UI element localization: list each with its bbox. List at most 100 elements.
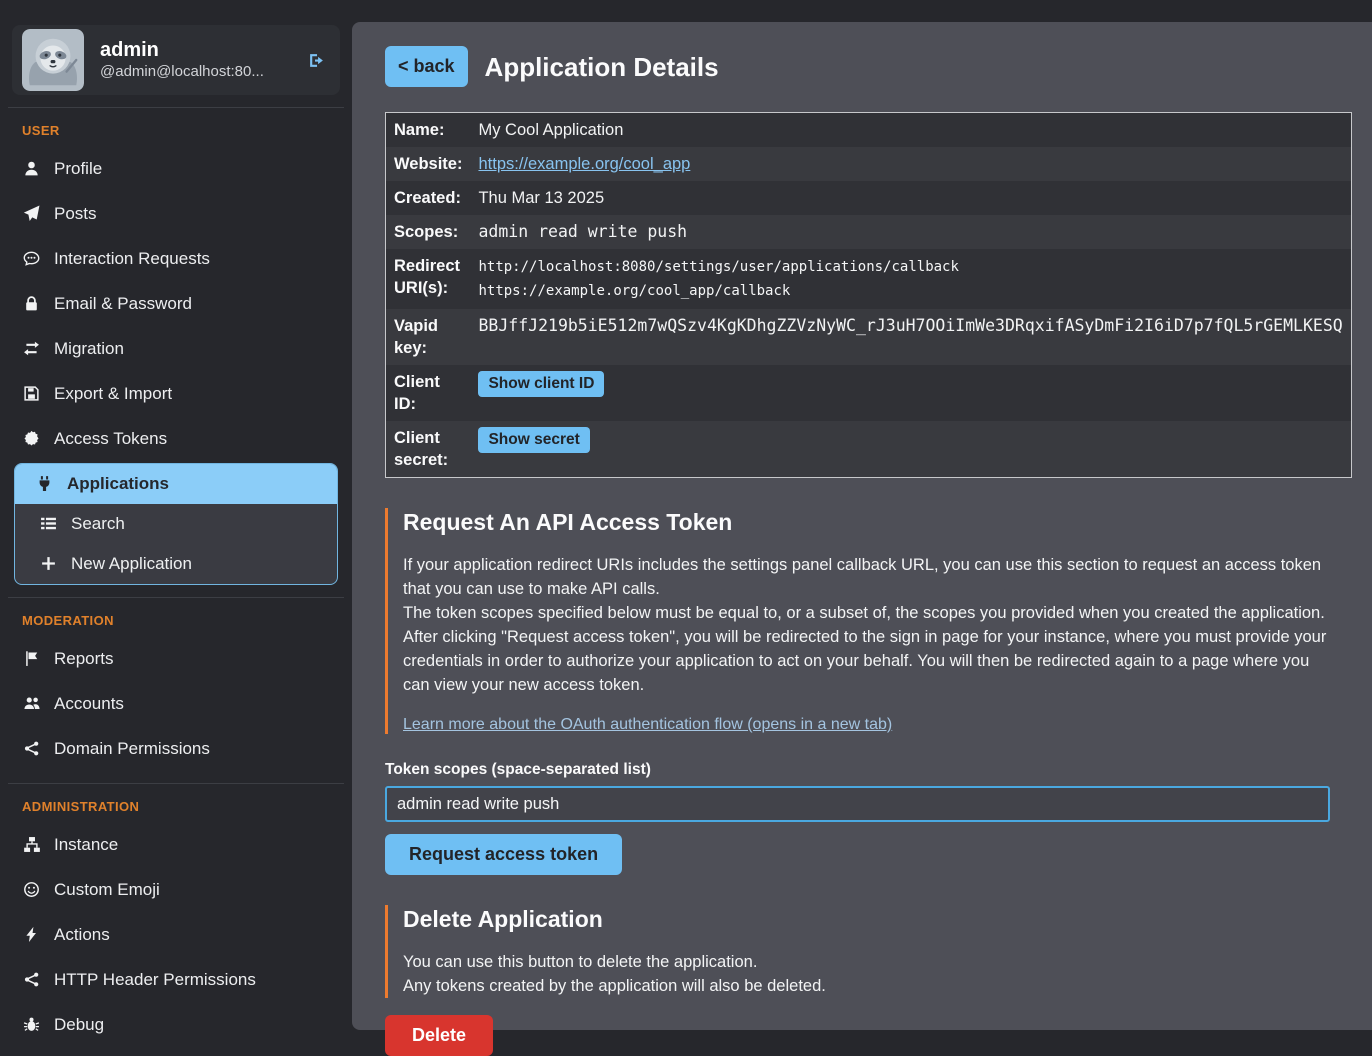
bug-icon [22, 1016, 41, 1033]
delete-button[interactable]: Delete [385, 1015, 493, 1056]
back-button[interactable]: < back [385, 46, 468, 87]
table-row-scopes: Scopes: admin read write push [386, 215, 1352, 249]
sidebar-item-accounts[interactable]: Accounts [0, 681, 352, 726]
bolt-icon [22, 926, 41, 943]
sidebar-item-email-password[interactable]: Email & Password [0, 281, 352, 326]
save-icon [22, 385, 41, 402]
comment-dots-icon [22, 250, 41, 267]
flag-icon [22, 650, 41, 667]
delete-application-section: Delete Application You can use this butt… [385, 905, 1330, 998]
sidebar-item-migration[interactable]: Migration [0, 326, 352, 371]
moderation-nav-list: Reports Accounts Domain Permissions [0, 636, 352, 771]
token-scopes-input[interactable] [385, 786, 1330, 822]
row-value: Thu Mar 13 2025 [470, 181, 1351, 215]
token-scopes-label: Token scopes (space-separated list) [385, 760, 1330, 779]
sidebar: admin @admin@localhost:80... USER Profil… [0, 0, 352, 1041]
sidebar-item-label: Instance [54, 834, 118, 855]
sidebar-item-http-header-permissions[interactable]: HTTP Header Permissions [0, 957, 352, 1002]
token-scopes-field: Token scopes (space-separated list) Requ… [385, 760, 1330, 875]
sidebar-item-posts[interactable]: Posts [0, 191, 352, 236]
sidebar-subitem-search[interactable]: Search [15, 504, 337, 544]
list-icon [39, 515, 58, 532]
table-row-client-id: Client ID: Show client ID [386, 365, 1352, 421]
row-label: Vapid key: [386, 309, 471, 365]
delete-application-line: You can use this button to delete the ap… [403, 950, 1330, 974]
vapid-key-value: BBJffJ219b5iE512m7wQSzv4KgKDhgZZVzNyWC_r… [470, 309, 1351, 365]
plug-icon [35, 475, 54, 492]
main-panel: < back Application Details Name: My Cool… [352, 22, 1372, 1030]
row-label: Redirect URI(s): [386, 249, 471, 309]
smile-icon [22, 881, 41, 898]
sidebar-item-instance[interactable]: Instance [0, 822, 352, 867]
share-nodes-icon [22, 971, 41, 988]
request-token-paragraph: After clicking "Request access token", y… [403, 625, 1330, 697]
sidebar-item-actions[interactable]: Actions [0, 912, 352, 957]
lock-icon [22, 295, 41, 312]
row-label: Scopes: [386, 215, 471, 249]
row-value: My Cool Application [470, 113, 1351, 148]
table-row-name: Name: My Cool Application [386, 113, 1352, 148]
sign-out-icon [307, 52, 326, 69]
user-nav-list: Profile Posts Interaction Requests Email… [0, 146, 352, 585]
request-token-section: Request An API Access Token If your appl… [385, 508, 1330, 734]
page-header: < back Application Details [385, 46, 1330, 87]
sidebar-item-label: Debug [54, 1014, 104, 1035]
sidebar-item-label: Posts [54, 203, 97, 224]
redirect-uri-value: http://localhost:8080/settings/user/appl… [478, 255, 1342, 279]
page-title: Application Details [485, 51, 719, 83]
table-row-created: Created: Thu Mar 13 2025 [386, 181, 1352, 215]
redirect-uri-value: https://example.org/cool_app/callback [478, 279, 1342, 303]
row-label: Created: [386, 181, 471, 215]
certificate-icon [22, 430, 41, 447]
sidebar-item-interaction-requests[interactable]: Interaction Requests [0, 236, 352, 281]
table-row-client-secret: Client secret: Show secret [386, 421, 1352, 478]
sitemap-icon [22, 836, 41, 853]
sidebar-item-label: Email & Password [54, 293, 192, 314]
user-card[interactable]: admin @admin@localhost:80... [12, 25, 340, 95]
show-client-id-button[interactable]: Show client ID [478, 371, 604, 397]
sidebar-item-debug[interactable]: Debug [0, 1002, 352, 1047]
row-label: Website: [386, 147, 471, 181]
sidebar-item-label: Search [71, 513, 125, 534]
table-row-vapid-key: Vapid key: BBJffJ219b5iE512m7wQSzv4KgKDh… [386, 309, 1352, 365]
request-token-paragraph: If your application redirect URIs includ… [403, 553, 1330, 601]
applications-group: Applications Search New Application [14, 463, 338, 585]
sidebar-item-applications-active[interactable]: Applications [15, 464, 337, 504]
sidebar-item-custom-emoji[interactable]: Custom Emoji [0, 867, 352, 912]
sidebar-item-label: Access Tokens [54, 428, 167, 449]
sidebar-item-label: Export & Import [54, 383, 172, 404]
user-info: admin @admin@localhost:80... [100, 38, 264, 82]
sidebar-item-label: HTTP Header Permissions [54, 969, 256, 990]
delete-application-line: Any tokens created by the application wi… [403, 974, 1330, 998]
sidebar-item-access-tokens[interactable]: Access Tokens [0, 416, 352, 461]
sidebar-item-label: Domain Permissions [54, 738, 210, 759]
sidebar-item-label: Migration [54, 338, 124, 359]
user-icon [22, 160, 41, 177]
request-access-token-button[interactable]: Request access token [385, 834, 622, 875]
section-label-user: USER [0, 120, 352, 141]
logout-button[interactable] [307, 52, 326, 69]
request-token-paragraph: The token scopes specified below must be… [403, 601, 1330, 625]
sidebar-item-profile[interactable]: Profile [0, 146, 352, 191]
sidebar-item-export-import[interactable]: Export & Import [0, 371, 352, 416]
sidebar-item-domain-permissions[interactable]: Domain Permissions [0, 726, 352, 771]
scopes-value: admin read write push [470, 215, 1351, 249]
sidebar-item-label: Interaction Requests [54, 248, 210, 269]
sidebar-item-label: Applications [67, 473, 169, 494]
website-link[interactable]: https://example.org/cool_app [478, 155, 690, 173]
oauth-docs-link[interactable]: Learn more about the OAuth authenticatio… [403, 716, 892, 734]
sidebar-item-reports[interactable]: Reports [0, 636, 352, 681]
table-row-redirect-uris: Redirect URI(s): http://localhost:8080/s… [386, 249, 1352, 309]
sidebar-divider [8, 783, 344, 784]
section-label-administration: ADMINISTRATION [0, 796, 352, 817]
delete-application-heading: Delete Application [403, 905, 1330, 934]
sidebar-subitem-new-application[interactable]: New Application [15, 544, 337, 584]
show-secret-button[interactable]: Show secret [478, 427, 589, 453]
row-label: Client secret: [386, 421, 471, 478]
table-row-website: Website: https://example.org/cool_app [386, 147, 1352, 181]
row-label: Client ID: [386, 365, 471, 421]
username: admin [100, 38, 264, 62]
sidebar-item-label: Reports [54, 648, 114, 669]
share-nodes-icon [22, 740, 41, 757]
request-token-heading: Request An API Access Token [403, 508, 1330, 537]
